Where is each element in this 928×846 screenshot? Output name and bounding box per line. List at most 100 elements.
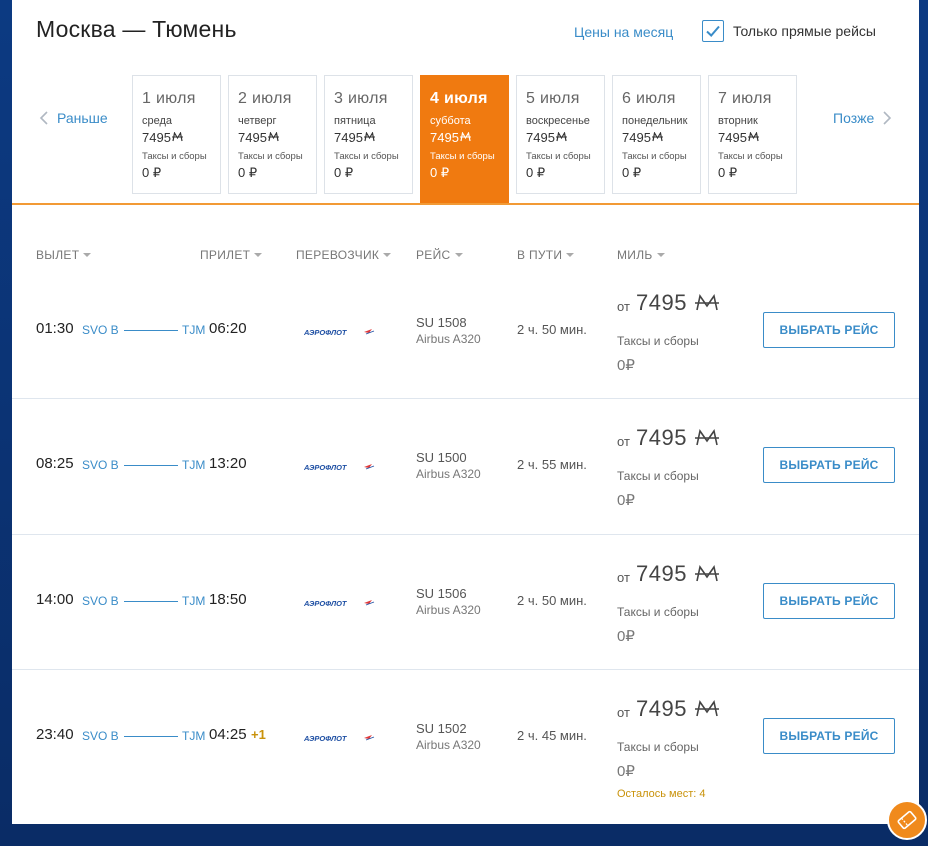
date-card-tax-label: Таксы и сборы xyxy=(430,151,495,162)
price-from-label: от xyxy=(617,299,630,314)
direct-only-checkbox[interactable] xyxy=(702,20,724,42)
date-card-price: 7495 xyxy=(622,130,700,145)
aircraft-type: Airbus A320 xyxy=(416,467,481,481)
arrival-time: 13:20 xyxy=(209,455,247,472)
aeroflot-logo: АЭРОФЛОТ xyxy=(304,463,375,472)
aircraft-type: Airbus A320 xyxy=(416,738,481,752)
flight-price-value: 7495 xyxy=(636,290,687,315)
date-card-price-value: 7495 xyxy=(718,130,747,145)
prev-dates-button[interactable]: Раньше xyxy=(39,110,108,126)
search-results-panel: Москва — Тюмень Цены на месяц Только пря… xyxy=(12,0,919,824)
date-card-tax-label: Таксы и сборы xyxy=(238,151,303,162)
flight-price-value: 7495 xyxy=(636,696,687,721)
date-card-weekday: вторник xyxy=(718,115,758,127)
date-card-weekday: понедельник xyxy=(622,115,688,127)
departure-time: 14:00 xyxy=(36,591,74,608)
column-header-flight[interactable]: РЕЙС xyxy=(416,248,463,262)
tax-value: 0₽ xyxy=(617,492,635,509)
sort-caret-icon xyxy=(83,253,92,257)
date-card-tax-label: Таксы и сборы xyxy=(334,151,399,162)
aeroflot-logo: АЭРОФЛОТ xyxy=(304,599,375,608)
date-card-tax: 0 ₽ xyxy=(238,165,258,180)
route-line xyxy=(124,330,178,331)
flight-price-value: 7495 xyxy=(636,561,687,586)
date-card-price-value: 7495 xyxy=(430,130,459,145)
miles-currency-icon xyxy=(747,131,759,142)
chevron-right-icon xyxy=(883,111,892,125)
row-divider xyxy=(12,398,919,399)
sort-caret-icon xyxy=(383,253,392,257)
miles-currency-icon xyxy=(171,131,183,142)
date-card[interactable]: 3 июля пятница 7495 Таксы и сборы 0 ₽ xyxy=(324,75,413,194)
price-from-label: от xyxy=(617,434,630,449)
date-card-weekday: воскресенье xyxy=(526,115,590,127)
date-card[interactable]: 7 июля вторник 7495 Таксы и сборы 0 ₽ xyxy=(708,75,797,194)
miles-currency-icon xyxy=(694,700,719,717)
month-prices-link[interactable]: Цены на месяц xyxy=(574,24,673,40)
date-card-tax: 0 ₽ xyxy=(622,165,642,180)
column-header-departure-label: ВЫЛЕТ xyxy=(36,248,80,262)
tax-value: 0₽ xyxy=(617,763,635,780)
date-card[interactable]: 5 июля воскресенье 7495 Таксы и сборы 0 ₽ xyxy=(516,75,605,194)
next-dates-button[interactable]: Позже xyxy=(833,110,892,126)
flight-duration: 2 ч. 45 мин. xyxy=(517,728,587,743)
miles-currency-icon xyxy=(694,429,719,446)
date-card-price-value: 7495 xyxy=(622,130,651,145)
date-card-price-value: 7495 xyxy=(142,130,171,145)
flight-price: 7495 xyxy=(636,696,719,722)
date-card-weekday: четверг xyxy=(238,115,277,127)
date-card-weekday: пятница xyxy=(334,115,376,127)
floating-ticket-button[interactable] xyxy=(887,800,927,840)
aeroflot-logo: АЭРОФЛОТ xyxy=(304,734,375,743)
flight-price: 7495 xyxy=(636,290,719,316)
select-flight-button[interactable]: ВЫБРАТЬ РЕЙС xyxy=(763,312,895,348)
departure-airport: SVO B xyxy=(82,594,119,608)
date-card-price: 7495 xyxy=(430,130,508,145)
miles-currency-icon xyxy=(694,565,719,582)
date-card[interactable]: 4 июля суббота 7495 Таксы и сборы 0 ₽ xyxy=(420,75,509,204)
column-header-miles[interactable]: МИЛЬ xyxy=(617,248,665,262)
tax-value: 0₽ xyxy=(617,357,635,374)
miles-currency-icon xyxy=(694,294,719,311)
date-card-price: 7495 xyxy=(334,130,412,145)
date-card-price: 7495 xyxy=(238,130,316,145)
sort-caret-icon xyxy=(656,253,665,257)
aeroflot-logo: АЭРОФЛОТ xyxy=(304,328,375,337)
next-dates-label: Позже xyxy=(833,110,875,126)
select-flight-button[interactable]: ВЫБРАТЬ РЕЙС xyxy=(763,583,895,619)
column-header-duration[interactable]: В ПУТИ xyxy=(517,248,575,262)
flight-duration: 2 ч. 50 мин. xyxy=(517,593,587,608)
date-card-tax: 0 ₽ xyxy=(718,165,738,180)
date-card-date: 3 июля xyxy=(334,90,388,107)
direct-only-toggle[interactable]: Только прямые рейсы xyxy=(702,20,876,42)
arrival-airport: TJM xyxy=(182,323,206,337)
date-card[interactable]: 1 июля среда 7495 Таксы и сборы 0 ₽ xyxy=(132,75,221,194)
column-header-arrival[interactable]: ПРИЛЕТ xyxy=(200,248,263,262)
column-header-departure[interactable]: ВЫЛЕТ xyxy=(36,248,92,262)
select-flight-button[interactable]: ВЫБРАТЬ РЕЙС xyxy=(763,718,895,754)
date-card[interactable]: 2 июля четверг 7495 Таксы и сборы 0 ₽ xyxy=(228,75,317,194)
departure-airport: SVO B xyxy=(82,729,119,743)
chevron-left-icon xyxy=(39,111,48,125)
select-flight-button[interactable]: ВЫБРАТЬ РЕЙС xyxy=(763,447,895,483)
flight-number: SU 1506 xyxy=(416,586,467,601)
date-card[interactable]: 6 июля понедельник 7495 Таксы и сборы 0 ₽ xyxy=(612,75,701,194)
row-divider xyxy=(12,669,919,670)
column-header-flight-label: РЕЙС xyxy=(416,248,451,262)
carrier-name: АЭРОФЛОТ xyxy=(304,328,348,337)
column-header-carrier[interactable]: ПЕРЕВОЗЧИК xyxy=(296,248,392,262)
tax-label: Таксы и сборы xyxy=(617,334,699,348)
date-strip-divider xyxy=(12,203,919,205)
flight-duration: 2 ч. 55 мин. xyxy=(517,457,587,472)
date-card-price: 7495 xyxy=(526,130,604,145)
column-header-arrival-label: ПРИЛЕТ xyxy=(200,248,251,262)
date-card-price: 7495 xyxy=(142,130,220,145)
seats-left-notice: Осталось мест: 4 xyxy=(617,788,706,800)
flight-duration: 2 ч. 50 мин. xyxy=(517,322,587,337)
carrier-name: АЭРОФЛОТ xyxy=(304,599,348,608)
column-header-duration-label: В ПУТИ xyxy=(517,248,563,262)
column-header-miles-label: МИЛЬ xyxy=(617,248,653,262)
aircraft-type: Airbus A320 xyxy=(416,603,481,617)
next-day-badge: +1 xyxy=(251,727,266,742)
arrival-time: 06:20 xyxy=(209,320,247,337)
